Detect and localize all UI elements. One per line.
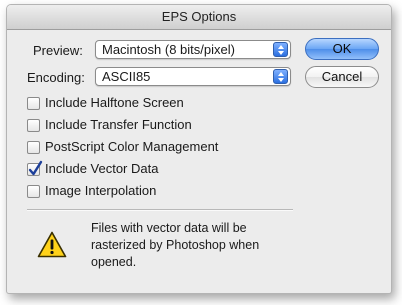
- option-label: PostScript Color Management: [45, 139, 219, 154]
- option-label: Include Vector Data: [45, 161, 159, 176]
- checkbox-checked[interactable]: [27, 160, 43, 176]
- option-label: Include Transfer Function: [45, 117, 192, 132]
- eps-options-dialog: EPS Options Preview: Macintosh (8 bits/p…: [6, 4, 392, 294]
- separator: [27, 209, 293, 211]
- checkbox[interactable]: [27, 119, 40, 132]
- preview-label: Preview:: [33, 43, 83, 58]
- popup-arrows-icon: [273, 69, 288, 84]
- checkbox[interactable]: [27, 185, 40, 198]
- popup-arrows-icon: [273, 42, 288, 57]
- title-bar[interactable]: EPS Options: [7, 5, 391, 30]
- checkbox[interactable]: [27, 97, 40, 110]
- dialog-title: EPS Options: [161, 9, 237, 24]
- encoding-value: ASCII85: [102, 69, 151, 84]
- checkmark-icon: [28, 160, 43, 176]
- option-label: Image Interpolation: [45, 183, 157, 198]
- checkbox[interactable]: [27, 141, 40, 154]
- preview-value: Macintosh (8 bits/pixel): [102, 42, 235, 57]
- ok-button[interactable]: OK: [305, 38, 379, 60]
- preview-popup[interactable]: Macintosh (8 bits/pixel): [95, 40, 291, 59]
- warning-icon: [37, 231, 67, 263]
- cancel-button[interactable]: Cancel: [305, 66, 379, 88]
- encoding-popup[interactable]: ASCII85: [95, 67, 291, 86]
- warning-message: Files with vector data will be rasterize…: [91, 221, 260, 269]
- option-label: Include Halftone Screen: [45, 95, 184, 110]
- encoding-label: Encoding:: [27, 70, 85, 85]
